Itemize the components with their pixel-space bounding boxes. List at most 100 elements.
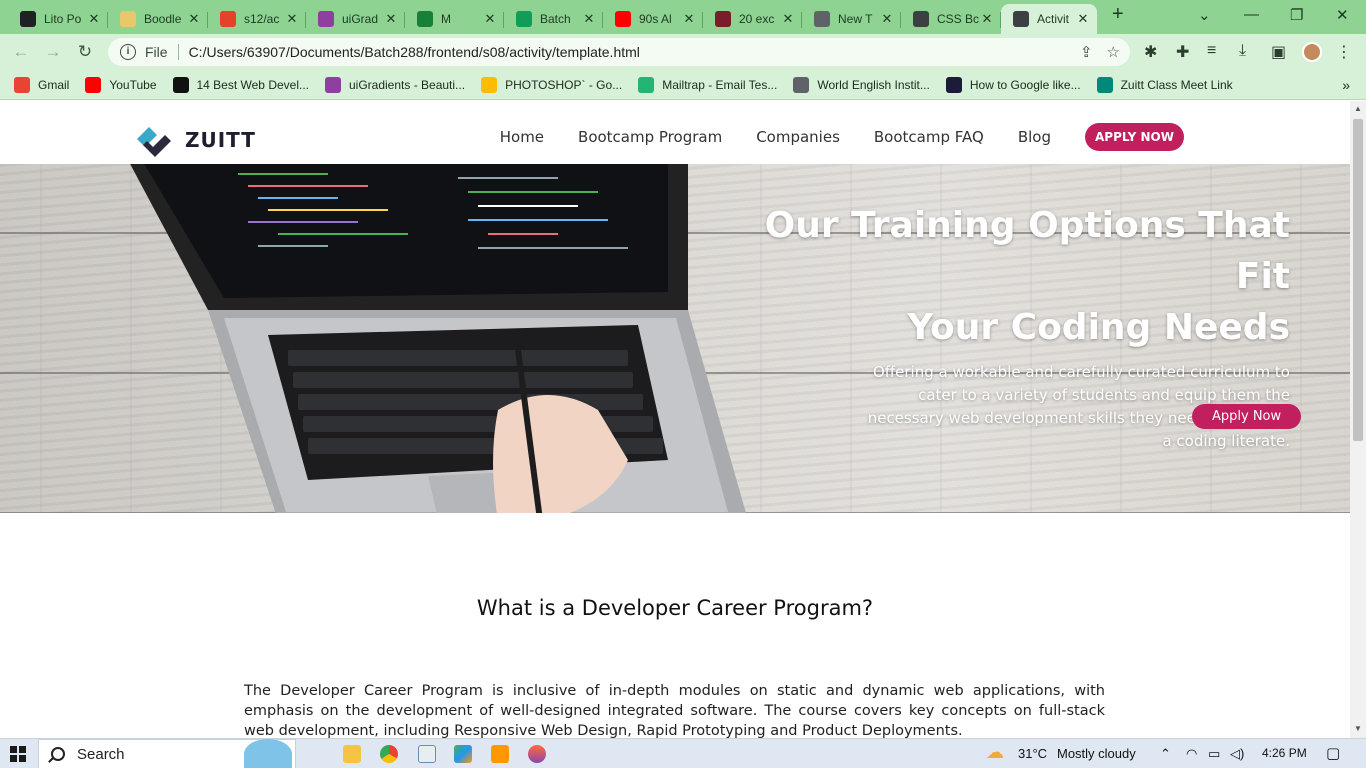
side-panel-icon[interactable]: ▣	[1271, 42, 1286, 62]
tab-close-icon[interactable]: ✕	[879, 11, 895, 27]
nav-companies[interactable]: Companies	[756, 128, 840, 146]
site-navbar: ZUITT Home Bootcamp Program Companies Bo…	[0, 101, 1350, 164]
tab-icon-boodle	[120, 11, 136, 27]
bookmark-item[interactable]: Mailtrap - Email Tes...	[638, 76, 778, 93]
back-icon[interactable]: ←	[10, 41, 32, 63]
reload-icon[interactable]: ↻	[74, 41, 96, 63]
sublime-text-icon[interactable]	[491, 745, 509, 763]
tab-3[interactable]: uiGrad ✕	[306, 4, 405, 34]
tab-5[interactable]: Batch ✕	[504, 4, 603, 34]
nav-bootcamp-faq[interactable]: Bootcamp FAQ	[874, 128, 984, 146]
bookmark-label: Mailtrap - Email Tes...	[662, 77, 778, 92]
menu-dots-icon[interactable]: ⋮	[1336, 42, 1352, 62]
bookmark-item[interactable]: World English Instit...	[793, 76, 930, 93]
wifi-icon[interactable]: ◠	[1186, 746, 1197, 762]
scrollbar-thumb[interactable]	[1353, 119, 1363, 441]
clock-time[interactable]: 4:26 PM	[1262, 746, 1307, 760]
bookmark-item[interactable]: PHOTOSHOP` - Go...	[481, 76, 622, 93]
tab-title: CSS Bc	[937, 12, 979, 26]
battery-icon[interactable]: ▭	[1208, 746, 1220, 762]
zuitt-logo[interactable]: ZUITT	[135, 123, 256, 157]
weather-label[interactable]: Mostly cloudy	[1057, 746, 1136, 761]
address-bar[interactable]: i File C:/Users/63907/Documents/Batch288…	[108, 38, 1130, 66]
temperature-label[interactable]: 31°C	[1018, 746, 1047, 761]
bookmark-label: How to Google like...	[969, 77, 1081, 92]
weather-widget-icon[interactable]	[244, 739, 292, 768]
tab-close-icon[interactable]: ✕	[1075, 11, 1091, 27]
hero-apply-now-button[interactable]: Apply Now	[1192, 404, 1302, 429]
tab-close-icon[interactable]: ✕	[86, 11, 102, 27]
site-info-icon[interactable]: i	[120, 44, 136, 60]
bookmark-item[interactable]: Zuitt Class Meet Link	[1096, 76, 1233, 93]
tab-close-icon[interactable]: ✕	[186, 11, 202, 27]
notification-icon[interactable]: ▢	[1326, 744, 1340, 762]
tab-2[interactable]: s12/ac ✕	[208, 4, 306, 34]
nav-bootcamp-program[interactable]: Bootcamp Program	[578, 128, 722, 146]
bookmark-item[interactable]: 14 Best Web Devel...	[172, 76, 309, 93]
bookmark-item[interactable]: Gmail	[14, 76, 69, 93]
tab-close-icon[interactable]: ✕	[482, 11, 498, 27]
nav-blog[interactable]: Blog	[1018, 128, 1051, 146]
profile-avatar[interactable]	[1302, 42, 1322, 62]
tab-7[interactable]: 20 exc ✕	[703, 4, 802, 34]
weather-cloudy-icon[interactable]: ☁	[986, 742, 1004, 763]
page-viewport: ZUITT Home Bootcamp Program Companies Bo…	[0, 101, 1350, 738]
download-icon[interactable]: ⤓	[1239, 42, 1246, 60]
scroll-up-icon[interactable]: ▲	[1350, 104, 1366, 113]
apply-now-nav-button[interactable]: APPLY NOW	[1084, 123, 1184, 151]
tab-1[interactable]: Boodle ✕	[108, 4, 208, 34]
bookmark-item[interactable]: YouTube	[85, 76, 157, 93]
tab-close-icon[interactable]: ✕	[383, 11, 399, 27]
globe-icon	[793, 76, 810, 93]
bookmark-item[interactable]: uiGradients - Beauti...	[325, 76, 466, 93]
file-explorer-icon[interactable]	[343, 745, 361, 763]
tab-9[interactable]: CSS Bc ✕	[901, 4, 1001, 34]
close-window-icon[interactable]: ✕	[1336, 6, 1349, 24]
forward-icon[interactable]: →	[42, 41, 64, 63]
tab-0[interactable]: Lito Po ✕	[8, 4, 108, 34]
page-scrollbar[interactable]: ▲ ▼	[1350, 101, 1366, 738]
tab-title: s12/ac	[244, 12, 280, 26]
url-scheme: File	[145, 44, 168, 60]
tab-6[interactable]: 90s Al ✕	[603, 4, 703, 34]
minimize-icon[interactable]: —	[1244, 6, 1259, 23]
app-gem-icon[interactable]	[454, 745, 472, 763]
app-flame-icon[interactable]	[528, 745, 546, 763]
bookmarks-overflow[interactable]: »	[1342, 77, 1350, 93]
tab-close-icon[interactable]: ✕	[284, 11, 300, 27]
restore-icon[interactable]: ❐	[1290, 6, 1303, 24]
bookmark-star-icon[interactable]: ☆	[1107, 43, 1120, 61]
media-control-icon[interactable]: ≡	[1207, 42, 1216, 60]
tab-close-icon[interactable]: ✕	[780, 11, 796, 27]
url-text[interactable]: C:/Users/63907/Documents/Batch288/fronte…	[189, 44, 640, 60]
tab-8[interactable]: New T ✕	[802, 4, 901, 34]
tab-title: M	[441, 12, 451, 26]
tab-close-icon[interactable]: ✕	[581, 11, 597, 27]
bookmark-label: World English Instit...	[817, 77, 930, 92]
tab-10[interactable]: Activit ✕	[1001, 4, 1097, 34]
nav-home[interactable]: Home	[500, 128, 544, 146]
scroll-down-icon[interactable]: ▼	[1350, 724, 1366, 733]
tab-icon-uigradients	[318, 11, 334, 27]
bookmark-label: uiGradients - Beauti...	[349, 77, 466, 92]
extension-bug-icon[interactable]: ✱	[1144, 42, 1157, 62]
tab-icon-w	[715, 11, 731, 27]
tab-close-icon[interactable]: ✕	[979, 11, 995, 27]
notepad-icon[interactable]	[418, 745, 436, 763]
tray-chevron-icon[interactable]: ⌃	[1160, 746, 1171, 762]
volume-icon[interactable]: ◁)	[1230, 746, 1244, 762]
tab-icon-chat	[516, 11, 532, 27]
tab-4[interactable]: M ✕	[405, 4, 504, 34]
zuitt-logo-icon	[137, 127, 171, 157]
chrome-taskbar-icon[interactable]	[380, 745, 398, 763]
share-icon[interactable]: ⇪	[1080, 43, 1093, 61]
windows-start-icon[interactable]	[10, 746, 26, 762]
tab-icon-youtube	[615, 11, 631, 27]
new-tab-button[interactable]: +	[1112, 3, 1124, 26]
laptop-hero-image	[130, 164, 746, 513]
tab-close-icon[interactable]: ✕	[681, 11, 697, 27]
extensions-puzzle-icon[interactable]: ✚	[1176, 42, 1189, 62]
tab-icon-chrome	[814, 11, 830, 27]
bookmark-item[interactable]: How to Google like...	[945, 76, 1081, 93]
tab-search-icon[interactable]: ⌄	[1198, 6, 1211, 24]
